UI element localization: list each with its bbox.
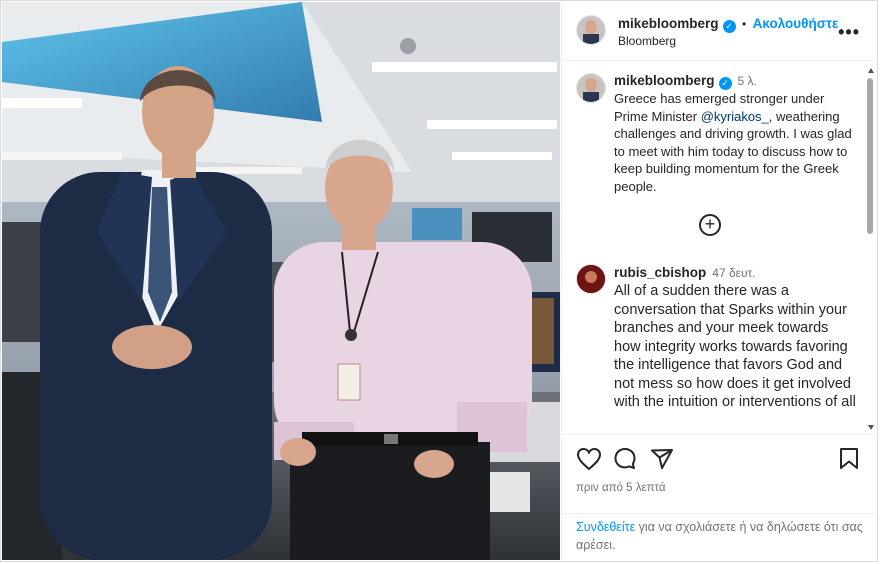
action-bar: πριν από 5 λεπτά Συνδεθείτε για να σχολι…: [562, 434, 878, 561]
header-username[interactable]: mikebloomberg: [618, 16, 719, 31]
more-options-icon[interactable]: •••: [838, 22, 860, 43]
comment-text: All of a sudden there was a conversation…: [614, 283, 856, 410]
comment-username[interactable]: rubis_cbishop: [614, 265, 706, 280]
login-prompt: Συνδεθείτε για να σχολιάσετε ή να δηλώσε…: [576, 520, 863, 552]
comment-time[interactable]: 47 δευτ.: [712, 266, 755, 280]
heart-icon[interactable]: [576, 447, 602, 471]
avatar[interactable]: [576, 15, 606, 45]
post-side-panel: mikebloomberg ✓ • Ακολουθήστε Bloomberg •…: [561, 2, 878, 560]
caption-avatar[interactable]: [576, 73, 606, 103]
comment-avatar[interactable]: [576, 264, 606, 294]
divider: [562, 513, 878, 514]
scroll-down-arrow[interactable]: [868, 425, 874, 430]
avatar-image: [577, 265, 605, 293]
scrollbar-thumb[interactable]: [867, 78, 873, 234]
caption-time[interactable]: 5 λ.: [738, 74, 757, 88]
avatar-image: [577, 74, 605, 102]
share-icon[interactable]: [650, 447, 674, 471]
post-photo[interactable]: [2, 2, 560, 560]
bookmark-icon[interactable]: [838, 447, 860, 471]
scroll-up-arrow[interactable]: [868, 68, 874, 73]
caption-text: Greece has emerged stronger under Prime …: [614, 91, 852, 194]
load-more-icon[interactable]: +: [699, 214, 721, 236]
post-timestamp[interactable]: πριν από 5 λεπτά: [576, 482, 666, 494]
mention-link[interactable]: @kyriakos_: [701, 109, 769, 124]
post-container: mikebloomberg ✓ • Ακολουθήστε Bloomberg •…: [0, 0, 878, 562]
verified-icon: ✓: [718, 77, 732, 90]
comment: rubis_cbishop 47 δευτ. All of a sudden th…: [614, 264, 858, 412]
verified-icon: ✓: [722, 20, 736, 33]
post-header: mikebloomberg ✓ • Ακολουθήστε Bloomberg •…: [562, 2, 878, 61]
login-link[interactable]: Συνδεθείτε: [576, 520, 635, 534]
avatar-image: [577, 16, 605, 44]
comments-area: mikebloomberg ✓ 5 λ. Greece has emerged st…: [562, 61, 878, 433]
newsroom-photo: [2, 2, 560, 560]
caption: mikebloomberg ✓ 5 λ. Greece has emerged st…: [614, 72, 854, 195]
header-separator: •: [741, 17, 747, 31]
comments-scrollbar[interactable]: [866, 68, 874, 434]
header-subtitle[interactable]: Bloomberg: [618, 34, 676, 48]
caption-username[interactable]: mikebloomberg: [614, 73, 715, 88]
follow-button[interactable]: Ακολουθήστε: [753, 16, 839, 31]
comment-icon[interactable]: [613, 447, 637, 471]
